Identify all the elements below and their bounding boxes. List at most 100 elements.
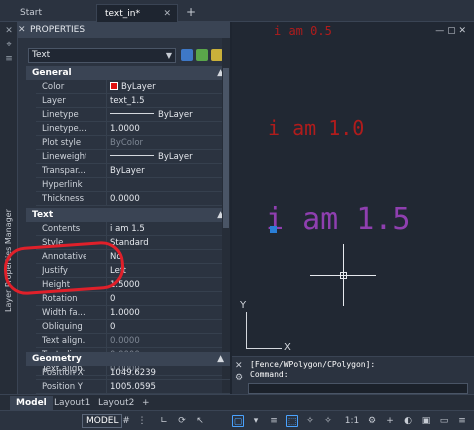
prop-row-thickness[interactable]: Thickness 0.0000 bbox=[36, 192, 230, 206]
snap-icon[interactable]: ⋮ bbox=[136, 415, 148, 427]
prop-value: 1.5000 bbox=[106, 278, 230, 292]
tab-start[interactable]: Start bbox=[12, 4, 92, 22]
prop-key: Text align... bbox=[42, 336, 86, 346]
isodraft-icon[interactable]: ↖ bbox=[194, 415, 206, 427]
section-geometry[interactable]: Geometry ▲ bbox=[26, 352, 230, 366]
prop-row-linetype[interactable]: Linetype ByLayer bbox=[36, 108, 230, 122]
workspace-gear-icon[interactable]: ⚙ bbox=[366, 415, 378, 427]
tab-layout2[interactable]: Layout2 bbox=[92, 396, 140, 410]
new-tab-button[interactable]: + bbox=[184, 6, 198, 20]
lineweight-icon[interactable]: ≡ bbox=[268, 415, 280, 427]
prop-key: Lineweight bbox=[42, 152, 86, 162]
plus-icon[interactable]: + bbox=[384, 415, 396, 427]
prop-row-transparency[interactable]: Transpar... ByLayer bbox=[36, 164, 230, 178]
collapse-icon: ▲ bbox=[217, 354, 224, 364]
close-icon[interactable]: ✕ bbox=[4, 26, 14, 36]
prop-key: Position X bbox=[42, 368, 84, 378]
prop-row-layer[interactable]: Layer text_1.5 bbox=[36, 94, 230, 108]
scrollbar-thumb[interactable] bbox=[223, 68, 229, 228]
palette-scrollbar[interactable] bbox=[222, 38, 230, 394]
prop-row-rotation[interactable]: Rotation 0 bbox=[36, 292, 230, 306]
select-objects-icon[interactable] bbox=[196, 49, 208, 61]
object-type-select[interactable]: Text ▼ bbox=[28, 48, 176, 63]
prop-value: 1.0000 bbox=[106, 122, 230, 136]
palette-title-strip: ✕ ⌖ ≡ Layer Properties Manager bbox=[0, 22, 18, 394]
section-text[interactable]: Text ▲ bbox=[26, 208, 230, 222]
palette-title: ✕ PROPERTIES bbox=[18, 22, 230, 38]
prop-key: Plot style bbox=[42, 138, 82, 148]
prop-value: 0 bbox=[106, 292, 230, 306]
text-grip[interactable] bbox=[270, 226, 277, 233]
prop-value: ByLayer bbox=[158, 152, 193, 162]
clean-screen-icon[interactable]: ▭ bbox=[438, 415, 450, 427]
prop-key: Thickness bbox=[42, 194, 85, 204]
prop-key: Transpar... bbox=[42, 166, 86, 176]
prop-key: Linetype bbox=[42, 110, 79, 120]
prop-row-hyperlink[interactable]: Hyperlink bbox=[36, 178, 230, 192]
section-general[interactable]: General ▲ bbox=[26, 66, 230, 80]
annotation-autoscale-icon[interactable]: ✧ bbox=[322, 415, 334, 427]
selection-cycling-icon[interactable]: ⬚ bbox=[286, 415, 298, 427]
layout-tab-bar: Model Layout1 Layout2 + bbox=[0, 394, 474, 410]
viewport-controls[interactable]: — ▢ ✕ bbox=[435, 26, 466, 36]
prop-row-lineweight[interactable]: Lineweight ByLayer bbox=[36, 150, 230, 164]
command-input[interactable] bbox=[248, 383, 468, 394]
tab-text-in[interactable]: text_in* ✕ bbox=[96, 4, 178, 22]
prop-value bbox=[106, 178, 230, 192]
new-layout-button[interactable]: + bbox=[136, 396, 156, 410]
ucs-x-axis bbox=[246, 348, 282, 349]
prop-key: Hyperlink bbox=[42, 180, 83, 190]
section-geometry-label: Geometry bbox=[32, 354, 82, 364]
prop-row-position-y[interactable]: Position Y 1005.0595 bbox=[36, 380, 230, 394]
hardware-accel-icon[interactable]: ▣ bbox=[420, 415, 432, 427]
settings-icon[interactable]: ≡ bbox=[4, 54, 14, 64]
prop-value: 0 bbox=[106, 320, 230, 334]
prop-row-width-factor[interactable]: Width fa... 1.0000 bbox=[36, 306, 230, 320]
prop-row-position-x[interactable]: Position X 1049.6239 bbox=[36, 366, 230, 380]
tab-start-label: Start bbox=[20, 8, 42, 18]
cad-text-large[interactable]: i am 1.5 bbox=[266, 202, 411, 237]
ortho-icon[interactable]: ∟ bbox=[158, 415, 170, 427]
drawing-canvas[interactable]: — ▢ ✕ i am 0.5 i am 1.0 i am 1.5 Y X bbox=[232, 22, 474, 394]
cad-text-medium[interactable]: i am 1.0 bbox=[268, 116, 364, 140]
prop-row-contents[interactable]: Contents i am 1.5 bbox=[36, 222, 230, 236]
annotation-scale[interactable]: 1:1 bbox=[342, 415, 362, 427]
command-history: [Fence/WPolygon/CPolygon]: Command: bbox=[250, 360, 375, 380]
close-icon[interactable]: ✕ bbox=[18, 22, 28, 38]
tab-text-in-label: text_in* bbox=[105, 9, 140, 19]
grid-icon[interactable]: # bbox=[120, 415, 132, 427]
wrench-icon[interactable]: ⚙ bbox=[235, 373, 243, 383]
prop-value: 0.0000 bbox=[106, 192, 230, 206]
close-icon[interactable]: ✕ bbox=[163, 5, 171, 23]
command-history-line: [Fence/WPolygon/CPolygon]: bbox=[250, 360, 376, 369]
customize-menu-icon[interactable]: ≡ bbox=[456, 415, 468, 427]
tab-layout1[interactable]: Layout1 bbox=[48, 396, 96, 410]
file-tab-bar: Start text_in* ✕ + bbox=[0, 0, 474, 22]
prop-row-color[interactable]: Color ByLayer bbox=[36, 80, 230, 94]
model-space-button[interactable]: MODEL bbox=[82, 414, 123, 428]
prop-value: ByLayer bbox=[158, 110, 193, 120]
prop-value: No bbox=[106, 250, 230, 264]
prop-row-text-align-x[interactable]: Text align... 0.0000 bbox=[36, 334, 230, 348]
prop-row-obliquing[interactable]: Obliquing 0 bbox=[36, 320, 230, 334]
isolate-icon[interactable]: ◐ bbox=[402, 415, 414, 427]
prop-row-linetype-scale[interactable]: Linetype... 1.0000 bbox=[36, 122, 230, 136]
linetype-preview bbox=[110, 113, 154, 114]
pin-icon[interactable]: ⌖ bbox=[4, 40, 14, 50]
annotation-visibility-icon[interactable]: ✧ bbox=[304, 415, 316, 427]
prop-value: ByColor bbox=[106, 136, 230, 150]
object-snap-icon[interactable]: ▢ bbox=[232, 415, 244, 427]
close-icon[interactable]: ✕ bbox=[235, 361, 243, 371]
toggle-pickadd-icon[interactable] bbox=[181, 49, 193, 61]
prop-row-plot-style[interactable]: Plot style ByColor bbox=[36, 136, 230, 150]
cad-text-small[interactable]: i am 0.5 bbox=[274, 24, 332, 38]
palette-title-label: PROPERTIES bbox=[30, 25, 86, 35]
prop-value: ByLayer bbox=[106, 164, 230, 178]
prop-key: Obliquing bbox=[42, 322, 83, 332]
object-type-value: Text bbox=[32, 50, 51, 60]
tab-model[interactable]: Model bbox=[10, 396, 53, 410]
polar-icon[interactable]: ⟳ bbox=[176, 415, 188, 427]
lineweight-preview bbox=[110, 155, 154, 156]
prop-key: Layer bbox=[42, 96, 66, 106]
osnap-menu-icon[interactable]: ▾ bbox=[250, 415, 262, 427]
